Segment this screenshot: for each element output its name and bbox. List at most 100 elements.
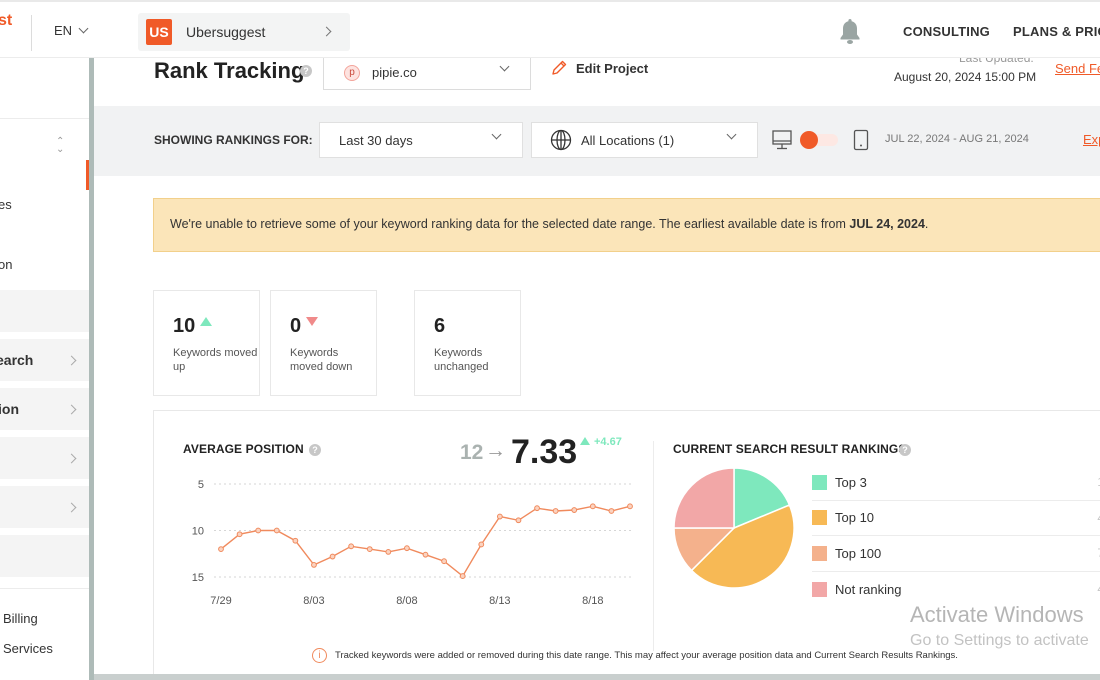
expand-collapse-icon[interactable]: ⌃ ⌄ — [56, 137, 64, 155]
arrow-up-icon — [200, 317, 213, 326]
nav-plans-pricing[interactable]: PLANS & PRICI — [1013, 24, 1100, 39]
y-tick-label: 10 — [192, 526, 204, 538]
sidebar-item-keyword-research[interactable]: earch — [0, 339, 89, 381]
locations-select[interactable]: All Locations (1) — [531, 122, 758, 158]
project-switcher[interactable]: US Ubersuggest — [138, 13, 350, 51]
sidebar-item-optimization[interactable]: ion — [0, 388, 89, 430]
last-updated-value: August 20, 2024 15:00 PM — [894, 70, 1037, 84]
rankings-pie-chart — [673, 467, 795, 589]
arrow-up-icon — [580, 437, 590, 445]
sidebar-item[interactable]: on — [0, 254, 89, 274]
send-feedback-link[interactable]: Send Fe — [1055, 61, 1100, 76]
main-content: Rank Tracking ? p pipie.co Edit Project … — [94, 51, 1100, 680]
chevron-down-icon — [726, 129, 737, 140]
toggle-knob — [800, 131, 818, 149]
legend-label: Top 10 — [835, 510, 875, 526]
data-point — [459, 573, 466, 579]
legend-item-top100[interactable]: Top 100 7 – — [812, 536, 1100, 572]
device-toggle[interactable] — [800, 131, 838, 149]
language-label: EN — [54, 23, 73, 38]
rankings-legend: Top 3 1 – Top 10 4 – Top 100 7 – Not ran… — [812, 465, 1100, 607]
data-point — [348, 543, 355, 550]
data-point — [589, 503, 596, 510]
y-tick-label: 15 — [192, 572, 204, 584]
sidebar-item-label: es — [0, 196, 12, 212]
desktop-icon[interactable] — [771, 129, 793, 151]
page-title: Rank Tracking — [154, 58, 305, 83]
stat-label: Keywords moved down — [290, 347, 353, 373]
top-header: st EN US Ubersuggest CONSULTING PLANS & … — [0, 0, 1100, 58]
nav-consulting[interactable]: CONSULTING — [903, 24, 990, 39]
period-select[interactable]: Last 30 days — [319, 122, 523, 158]
data-point — [627, 503, 633, 510]
sidebar-item-billing[interactable]: Billing — [0, 608, 89, 628]
stat-value-wrapper: 10 — [173, 315, 213, 338]
avg-position-current: 7.33 — [511, 433, 578, 471]
legend-item-top10[interactable]: Top 10 4 – — [812, 501, 1100, 536]
legend-label: Top 100 — [835, 545, 882, 561]
data-point — [311, 562, 317, 568]
x-tick-label: 8/08 — [396, 595, 417, 607]
stat-value: 10 — [173, 315, 196, 337]
legend-swatch — [812, 474, 827, 490]
chevron-right-icon — [66, 502, 77, 512]
note-text: Tracked keywords were added or removed d… — [335, 650, 958, 661]
stat-value-wrapper: 6 — [434, 315, 445, 338]
average-position-chart: 5 10 15 7/29 8/03 8/08 8/13 8/18 — [192, 479, 633, 607]
sidebar-item-services[interactable]: Services — [0, 638, 89, 658]
filter-bar: SHOWING RANKINGS FOR: Last 30 days All L… — [94, 106, 1100, 176]
mobile-icon[interactable] — [853, 129, 869, 151]
sidebar-item[interactable] — [0, 486, 89, 528]
date-range: JUL 22, 2024 - AUG 21, 2024 — [885, 133, 1029, 145]
warning-end: . — [924, 217, 929, 231]
horizontal-scrollbar[interactable] — [94, 674, 1100, 680]
help-icon[interactable]: ? — [309, 444, 321, 456]
data-point — [571, 507, 578, 513]
data-point — [441, 558, 447, 565]
stat-card-moved-down: 0 Keywords moved down — [270, 290, 377, 396]
arrow-down-icon — [306, 317, 319, 326]
sidebar-item[interactable] — [0, 535, 89, 577]
bell-icon[interactable] — [838, 17, 862, 45]
domain-favicon-icon: p — [344, 64, 360, 81]
domain-select[interactable]: p pipie.co — [323, 56, 531, 90]
edit-project-button[interactable]: Edit Project — [550, 59, 648, 77]
domain-value: pipie.co — [372, 65, 417, 80]
data-warning-banner: We're unable to retrieve some of your ke… — [153, 198, 1100, 252]
help-icon[interactable]: ? — [300, 65, 312, 77]
delta-value: +4.67 — [594, 436, 622, 448]
language-selector[interactable]: EN — [54, 23, 89, 38]
data-point — [404, 545, 410, 552]
project-badge: US — [146, 19, 172, 45]
pie-slice-not-ranking[interactable] — [673, 467, 735, 529]
rankings-title: CURRENT SEARCH RESULT RANKINGS — [673, 442, 907, 456]
warning-date: JUL 24, 2024 — [849, 217, 925, 231]
sidebar-item[interactable]: es — [0, 194, 89, 214]
legend-item-top3[interactable]: Top 3 1 – — [812, 465, 1100, 501]
chevron-down-icon — [491, 129, 502, 140]
stat-value: 6 — [434, 315, 446, 337]
stat-label: Keywords unchanged — [434, 347, 489, 373]
sidebar-item[interactable] — [0, 290, 89, 332]
sidebar-item[interactable] — [0, 437, 89, 479]
app-root: st EN US Ubersuggest CONSULTING PLANS & … — [0, 0, 1100, 680]
chevron-right-icon — [66, 453, 77, 463]
period-value: Last 30 days — [339, 132, 413, 148]
export-link[interactable]: Exp — [1083, 132, 1100, 147]
sidebar-item-label: Services — [3, 640, 53, 656]
showing-rankings-label: SHOWING RANKINGS FOR: — [154, 133, 313, 147]
legend-label: Not ranking — [835, 581, 902, 597]
legend-swatch — [812, 545, 827, 561]
sidebar-item-label: Billing — [3, 610, 38, 626]
legend-item-not-ranking[interactable]: Not ranking 4 – — [812, 572, 1100, 608]
warning-text: We're unable to retrieve some of your ke… — [170, 217, 850, 231]
help-icon[interactable]: ? — [899, 444, 911, 456]
average-position-title: AVERAGE POSITION — [183, 442, 304, 456]
x-tick-label: 8/18 — [582, 595, 603, 607]
sidebar-divider — [0, 118, 89, 119]
arrow-right-icon: → — [485, 439, 506, 462]
data-point — [329, 553, 336, 560]
x-tick-label: 7/29 — [210, 595, 231, 607]
data-point — [534, 505, 540, 512]
logo[interactable]: st — [0, 12, 12, 30]
